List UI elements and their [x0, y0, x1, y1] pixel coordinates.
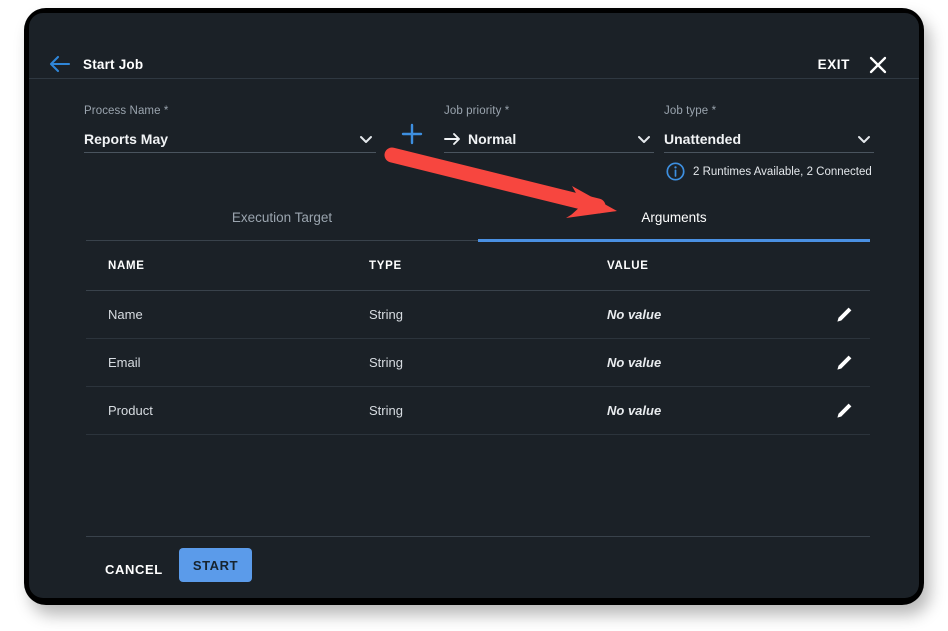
table-row[interactable]: Product String No value [86, 387, 870, 435]
edit-argument-button[interactable] [818, 305, 870, 325]
column-header-name: NAME [108, 259, 145, 272]
dialog-title: Start Job [83, 57, 144, 72]
edit-argument-button[interactable] [818, 353, 870, 373]
process-name-field: Process Name * Reports May [84, 105, 376, 153]
job-type-value: Unattended [664, 131, 741, 147]
arguments-table: NAME TYPE VALUE Name String No value Ema… [86, 241, 870, 435]
process-name-label: Process Name * [84, 105, 169, 117]
tab-arguments[interactable]: Arguments [478, 195, 870, 242]
job-priority-field: Job priority * Normal [444, 105, 654, 153]
footer-divider [86, 536, 870, 537]
screenshot-root: Start Job EXIT Process Name * Reports Ma… [0, 0, 948, 631]
add-process-button[interactable] [399, 121, 425, 147]
argument-value: No value [607, 403, 662, 418]
process-name-value: Reports May [84, 131, 169, 147]
table-row[interactable]: Email String No value [86, 339, 870, 387]
table-header-row: NAME TYPE VALUE [86, 241, 870, 291]
process-name-select[interactable]: Reports May [84, 126, 376, 153]
job-priority-value: Normal [468, 131, 517, 147]
chevron-down-icon [856, 131, 872, 147]
cancel-button[interactable]: CANCEL [99, 552, 169, 587]
table-row[interactable]: Name String No value [86, 291, 870, 339]
argument-value: No value [607, 307, 662, 322]
runtimes-status: 2 Runtimes Available, 2 Connected [666, 162, 872, 181]
argument-type: String [369, 403, 403, 418]
argument-name: Email [108, 355, 141, 370]
arrow-right-icon [444, 132, 461, 146]
exit-button[interactable]: EXIT [818, 57, 850, 72]
argument-type: String [369, 307, 403, 322]
edit-argument-button[interactable] [818, 401, 870, 421]
column-header-value: VALUE [607, 259, 649, 272]
close-icon[interactable] [866, 53, 890, 77]
column-header-type: TYPE [369, 259, 402, 272]
info-circle-icon [666, 162, 685, 181]
dialog-header: Start Job EXIT [29, 13, 919, 79]
dialog-tabs: Execution Target Arguments [86, 195, 870, 242]
pencil-icon [834, 401, 854, 421]
job-type-label: Job type * [664, 105, 717, 117]
argument-type: String [369, 355, 403, 370]
start-job-dialog: Start Job EXIT Process Name * Reports Ma… [29, 13, 919, 598]
job-type-select[interactable]: Unattended [664, 126, 874, 153]
job-priority-label: Job priority * [444, 105, 510, 117]
argument-value: No value [607, 355, 662, 370]
pencil-icon [834, 353, 854, 373]
runtimes-text: 2 Runtimes Available, 2 Connected [693, 165, 872, 178]
argument-name: Name [108, 307, 143, 322]
job-priority-select[interactable]: Normal [444, 126, 654, 153]
start-button[interactable]: START [179, 548, 252, 582]
job-type-field: Job type * Unattended [664, 105, 874, 153]
argument-name: Product [108, 403, 153, 418]
tab-execution-target[interactable]: Execution Target [86, 195, 478, 240]
pencil-icon [834, 305, 854, 325]
arrow-left-icon[interactable] [47, 53, 75, 75]
chevron-down-icon [358, 131, 374, 147]
chevron-down-icon [636, 131, 652, 147]
